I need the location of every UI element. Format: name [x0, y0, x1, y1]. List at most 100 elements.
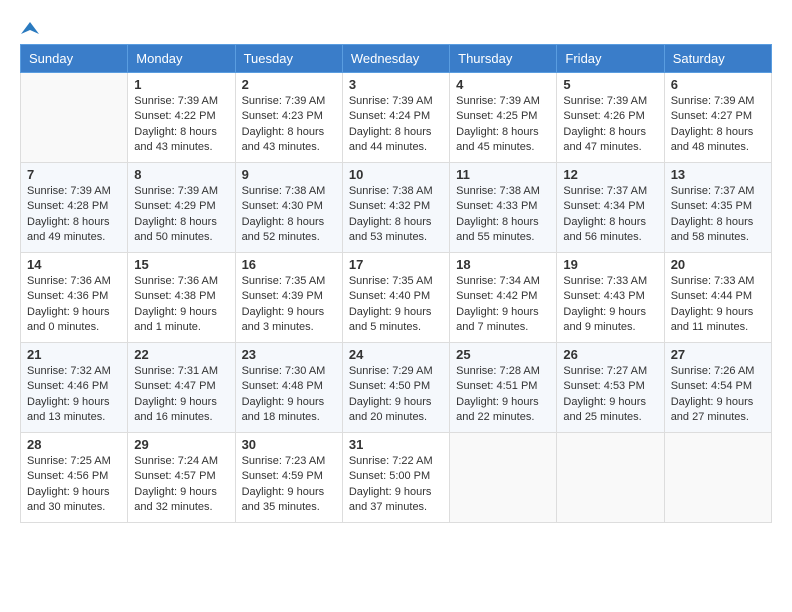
- calendar-cell: [450, 433, 557, 523]
- calendar-cell: 8 Sunrise: 7:39 AM Sunset: 4:29 PM Daylig…: [128, 163, 235, 253]
- calendar-week-row: 7 Sunrise: 7:39 AM Sunset: 4:28 PM Daylig…: [21, 163, 772, 253]
- day-number: 3: [349, 77, 443, 92]
- calendar-cell: 26 Sunrise: 7:27 AM Sunset: 4:53 PM Dayli…: [557, 343, 664, 433]
- day-of-week-header: Friday: [557, 45, 664, 73]
- day-info: Sunrise: 7:39 AM Sunset: 4:25 PM Dayligh…: [456, 94, 550, 156]
- day-number: 9: [242, 167, 336, 182]
- day-number: 8: [134, 167, 228, 182]
- day-info: Sunrise: 7:28 AM Sunset: 4:51 PM Dayligh…: [456, 364, 550, 426]
- day-of-week-header: Sunday: [21, 45, 128, 73]
- calendar-cell: [557, 433, 664, 523]
- day-info: Sunrise: 7:39 AM Sunset: 4:23 PM Dayligh…: [242, 94, 336, 156]
- day-info: Sunrise: 7:39 AM Sunset: 4:24 PM Dayligh…: [349, 94, 443, 156]
- day-number: 14: [27, 257, 121, 272]
- day-number: 11: [456, 167, 550, 182]
- day-number: 1: [134, 77, 228, 92]
- calendar-cell: 4 Sunrise: 7:39 AM Sunset: 4:25 PM Daylig…: [450, 73, 557, 163]
- day-number: 21: [27, 347, 121, 362]
- day-number: 18: [456, 257, 550, 272]
- calendar-cell: 15Sunrise: 7:36 AM Sunset: 4:38 PM Dayli…: [128, 253, 235, 343]
- calendar-week-row: 21 Sunrise: 7:32 AM Sunset: 4:46 PM Dayli…: [21, 343, 772, 433]
- day-number: 27: [671, 347, 765, 362]
- calendar-cell: 11Sunrise: 7:38 AM Sunset: 4:33 PM Dayli…: [450, 163, 557, 253]
- day-of-week-header: Wednesday: [342, 45, 449, 73]
- day-number: 20: [671, 257, 765, 272]
- day-info: Sunrise: 7:39 AM Sunset: 4:28 PM Dayligh…: [27, 184, 121, 246]
- day-number: 26: [563, 347, 657, 362]
- day-info: Sunrise: 7:39 AM Sunset: 4:22 PM Dayligh…: [134, 94, 228, 156]
- day-number: 24: [349, 347, 443, 362]
- day-info: Sunrise: 7:23 AM Sunset: 4:59 PM Dayligh…: [242, 454, 336, 516]
- calendar-header-row: SundayMondayTuesdayWednesdayThursdayFrid…: [21, 45, 772, 73]
- calendar-cell: 19 Sunrise: 7:33 AM Sunset: 4:43 PM Dayli…: [557, 253, 664, 343]
- day-info: Sunrise: 7:37 AM Sunset: 4:35 PM Dayligh…: [671, 184, 765, 246]
- calendar-week-row: 14 Sunrise: 7:36 AM Sunset: 4:36 PM Dayli…: [21, 253, 772, 343]
- day-info: Sunrise: 7:27 AM Sunset: 4:53 PM Dayligh…: [563, 364, 657, 426]
- calendar-cell: 20 Sunrise: 7:33 AM Sunset: 4:44 PM Dayli…: [664, 253, 771, 343]
- day-number: 19: [563, 257, 657, 272]
- day-info: Sunrise: 7:33 AM Sunset: 4:44 PM Dayligh…: [671, 274, 765, 336]
- day-info: Sunrise: 7:24 AM Sunset: 4:57 PM Dayligh…: [134, 454, 228, 516]
- day-number: 22: [134, 347, 228, 362]
- day-info: Sunrise: 7:39 AM Sunset: 4:26 PM Dayligh…: [563, 94, 657, 156]
- day-of-week-header: Thursday: [450, 45, 557, 73]
- calendar-cell: 30Sunrise: 7:23 AM Sunset: 4:59 PM Dayli…: [235, 433, 342, 523]
- day-info: Sunrise: 7:34 AM Sunset: 4:42 PM Dayligh…: [456, 274, 550, 336]
- day-info: Sunrise: 7:39 AM Sunset: 4:27 PM Dayligh…: [671, 94, 765, 156]
- calendar-cell: 10Sunrise: 7:38 AM Sunset: 4:32 PM Dayli…: [342, 163, 449, 253]
- day-number: 17: [349, 257, 443, 272]
- calendar-cell: 24 Sunrise: 7:29 AM Sunset: 4:50 PM Dayli…: [342, 343, 449, 433]
- calendar-cell: 9Sunrise: 7:38 AM Sunset: 4:30 PM Daylig…: [235, 163, 342, 253]
- calendar-week-row: 28 Sunrise: 7:25 AM Sunset: 4:56 PM Dayli…: [21, 433, 772, 523]
- calendar-cell: 5 Sunrise: 7:39 AM Sunset: 4:26 PM Daylig…: [557, 73, 664, 163]
- calendar-cell: 17 Sunrise: 7:35 AM Sunset: 4:40 PM Dayli…: [342, 253, 449, 343]
- day-info: Sunrise: 7:37 AM Sunset: 4:34 PM Dayligh…: [563, 184, 657, 246]
- day-info: Sunrise: 7:35 AM Sunset: 4:40 PM Dayligh…: [349, 274, 443, 336]
- day-info: Sunrise: 7:31 AM Sunset: 4:47 PM Dayligh…: [134, 364, 228, 426]
- calendar-cell: 22 Sunrise: 7:31 AM Sunset: 4:47 PM Dayli…: [128, 343, 235, 433]
- day-info: Sunrise: 7:35 AM Sunset: 4:39 PM Dayligh…: [242, 274, 336, 336]
- calendar-cell: 28 Sunrise: 7:25 AM Sunset: 4:56 PM Dayli…: [21, 433, 128, 523]
- day-of-week-header: Saturday: [664, 45, 771, 73]
- day-number: 25: [456, 347, 550, 362]
- calendar-cell: 7 Sunrise: 7:39 AM Sunset: 4:28 PM Daylig…: [21, 163, 128, 253]
- calendar-cell: 14 Sunrise: 7:36 AM Sunset: 4:36 PM Dayli…: [21, 253, 128, 343]
- day-number: 4: [456, 77, 550, 92]
- logo: [20, 20, 40, 34]
- calendar-cell: 21 Sunrise: 7:32 AM Sunset: 4:46 PM Dayli…: [21, 343, 128, 433]
- calendar-cell: [21, 73, 128, 163]
- calendar-cell: 29Sunrise: 7:24 AM Sunset: 4:57 PM Dayli…: [128, 433, 235, 523]
- day-info: Sunrise: 7:26 AM Sunset: 4:54 PM Dayligh…: [671, 364, 765, 426]
- day-info: Sunrise: 7:36 AM Sunset: 4:36 PM Dayligh…: [27, 274, 121, 336]
- day-info: Sunrise: 7:39 AM Sunset: 4:29 PM Dayligh…: [134, 184, 228, 246]
- day-info: Sunrise: 7:32 AM Sunset: 4:46 PM Dayligh…: [27, 364, 121, 426]
- calendar-cell: 6Sunrise: 7:39 AM Sunset: 4:27 PM Daylig…: [664, 73, 771, 163]
- page-header: [20, 20, 772, 34]
- day-number: 10: [349, 167, 443, 182]
- day-number: 28: [27, 437, 121, 452]
- day-info: Sunrise: 7:29 AM Sunset: 4:50 PM Dayligh…: [349, 364, 443, 426]
- calendar-cell: 2Sunrise: 7:39 AM Sunset: 4:23 PM Daylig…: [235, 73, 342, 163]
- day-info: Sunrise: 7:22 AM Sunset: 5:00 PM Dayligh…: [349, 454, 443, 516]
- calendar-table: SundayMondayTuesdayWednesdayThursdayFrid…: [20, 44, 772, 523]
- day-info: Sunrise: 7:25 AM Sunset: 4:56 PM Dayligh…: [27, 454, 121, 516]
- calendar-cell: [664, 433, 771, 523]
- logo-bird-icon: [21, 20, 39, 38]
- calendar-cell: 12 Sunrise: 7:37 AM Sunset: 4:34 PM Dayli…: [557, 163, 664, 253]
- day-of-week-header: Tuesday: [235, 45, 342, 73]
- calendar-cell: 18 Sunrise: 7:34 AM Sunset: 4:42 PM Dayli…: [450, 253, 557, 343]
- calendar-cell: 1 Sunrise: 7:39 AM Sunset: 4:22 PM Daylig…: [128, 73, 235, 163]
- day-of-week-header: Monday: [128, 45, 235, 73]
- day-info: Sunrise: 7:30 AM Sunset: 4:48 PM Dayligh…: [242, 364, 336, 426]
- day-number: 12: [563, 167, 657, 182]
- calendar-cell: 16Sunrise: 7:35 AM Sunset: 4:39 PM Dayli…: [235, 253, 342, 343]
- day-number: 31: [349, 437, 443, 452]
- calendar-cell: 25 Sunrise: 7:28 AM Sunset: 4:51 PM Dayli…: [450, 343, 557, 433]
- day-info: Sunrise: 7:33 AM Sunset: 4:43 PM Dayligh…: [563, 274, 657, 336]
- day-number: 7: [27, 167, 121, 182]
- day-number: 13: [671, 167, 765, 182]
- day-number: 5: [563, 77, 657, 92]
- calendar-cell: 3 Sunrise: 7:39 AM Sunset: 4:24 PM Daylig…: [342, 73, 449, 163]
- calendar-cell: 23Sunrise: 7:30 AM Sunset: 4:48 PM Dayli…: [235, 343, 342, 433]
- day-number: 15: [134, 257, 228, 272]
